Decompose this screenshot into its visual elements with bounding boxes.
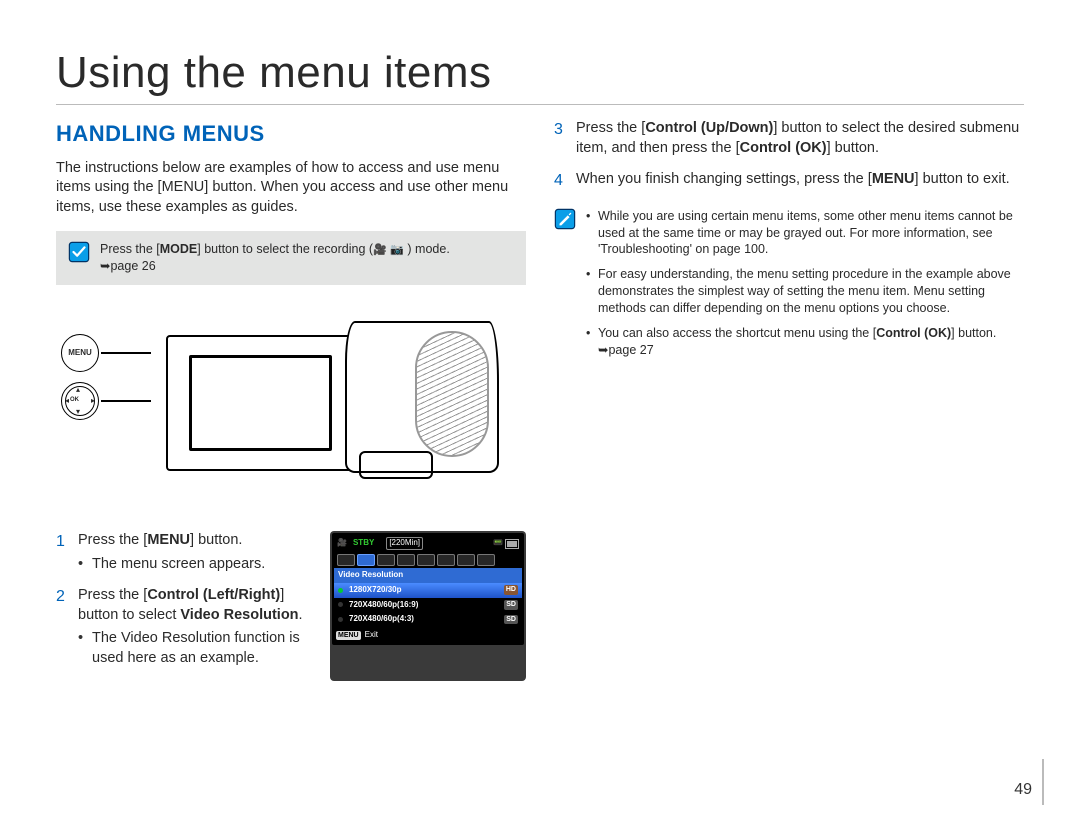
step-1: Press the [MENU] button. The menu screen… (56, 531, 316, 574)
step-2: Press the [Control (Left/Right)] button … (56, 586, 316, 668)
menu-button-label: MENU (68, 348, 92, 359)
pencil-icon (554, 208, 576, 230)
notes-block: While you are using certain menu items, … (554, 208, 1024, 367)
camcorder-body (345, 321, 499, 473)
lcd-tab-active (357, 554, 375, 566)
camcorder-lcd (166, 335, 355, 471)
camcorder-diagram: MENU ▴▾◂▸ OK (61, 301, 521, 511)
left-steps: Press the [MENU] button. The menu screen… (56, 531, 316, 668)
lcd-row: 720X480/60p(4:3)SD (334, 612, 522, 627)
time-remaining: [220Min] (386, 537, 423, 550)
video-icon: 🎥 (373, 245, 387, 256)
photo-icon: 📷 (390, 245, 404, 256)
graybox-page-ref: ➥page 26 (100, 259, 156, 273)
ok-button-label: OK (70, 396, 79, 404)
page-number: 49 (1014, 781, 1032, 799)
lcd-screenshot: 🎥 STBY [220Min] 📟 Video Resolution 1280X… (330, 531, 526, 680)
stby-label: STBY (353, 538, 374, 549)
step-2-sub: The Video Resolution function is used he… (78, 629, 316, 668)
hd-badge: HD (504, 585, 518, 594)
sd-badge: SD (504, 615, 518, 624)
battery-icon: 📟 (493, 538, 519, 549)
note-item: For easy understanding, the menu setting… (586, 266, 1024, 317)
page-title: Using the menu items (56, 48, 1024, 105)
sd-badge: SD (504, 600, 518, 609)
step-3: Press the [Control (Up/Down)] button to … (554, 119, 1024, 158)
lcd-row-selected: 1280X720/30pHD (334, 583, 522, 598)
step-4: When you finish changing settings, press… (554, 170, 1024, 190)
graybox-text: Press the [ (100, 242, 160, 256)
lcd-section-title: Video Resolution (334, 568, 522, 583)
record-mode-icon: 🎥 (337, 538, 347, 549)
right-steps: Press the [Control (Up/Down)] button to … (554, 119, 1024, 190)
note-item: While you are using certain menu items, … (586, 208, 1024, 259)
mode-label: MODE (160, 242, 198, 256)
intro-text: The instructions below are examples of h… (56, 159, 526, 218)
check-icon (68, 241, 90, 263)
lcd-tabs (334, 552, 522, 568)
lcd-menu-badge: MENU (336, 631, 361, 640)
lcd-exit-label: Exit (365, 630, 378, 641)
dpad-icon: ▴▾◂▸ OK (65, 386, 95, 416)
step-1-sub: The menu screen appears. (78, 555, 316, 575)
right-column: Press the [Control (Up/Down)] button to … (554, 119, 1024, 681)
mode-tip-box: Press the [MODE] button to select the re… (56, 231, 526, 285)
note-item: You can also access the shortcut menu us… (586, 325, 1024, 359)
dpad-callout: ▴▾◂▸ OK (61, 377, 151, 425)
section-heading: HANDLING MENUS (56, 119, 526, 149)
menu-callout: MENU (61, 329, 151, 377)
lcd-row: 720X480/60p(16:9)SD (334, 598, 522, 613)
left-column: HANDLING MENUS The instructions below ar… (56, 119, 526, 681)
